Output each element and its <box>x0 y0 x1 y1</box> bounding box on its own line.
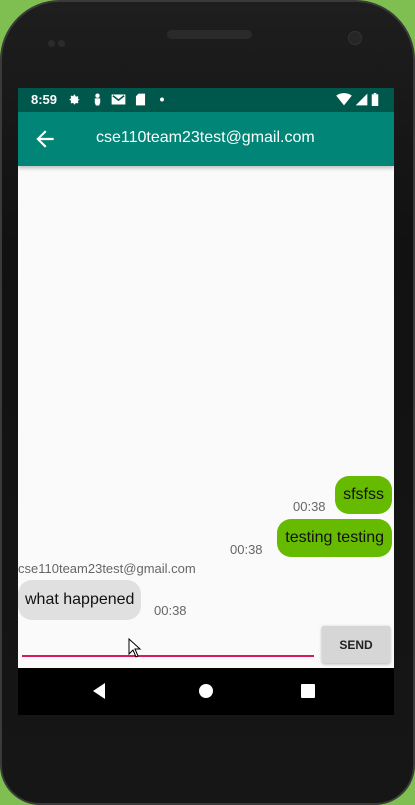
gmail-icon <box>111 94 126 105</box>
arrow-back-icon[interactable] <box>32 126 58 152</box>
message-input[interactable] <box>22 626 318 656</box>
input-underline <box>22 655 314 657</box>
dot-icon <box>160 97 164 102</box>
message-time: 00:38 <box>230 542 263 557</box>
sender-name: cse110team23test@gmail.com <box>18 561 196 576</box>
sent-message-bubble[interactable]: testing testing <box>277 519 392 557</box>
battery-icon <box>371 93 379 106</box>
home-circle-icon[interactable] <box>195 680 217 702</box>
speaker-grille <box>167 30 252 39</box>
settings-icon <box>69 94 80 105</box>
sd-card-icon <box>135 93 146 106</box>
message-time: 00:38 <box>293 499 326 514</box>
device-screen: 8:59 cse110team23test@gmail.com 00:38 sf… <box>18 88 394 715</box>
navigation-bar <box>18 668 394 715</box>
chat-title: cse110team23test@gmail.com <box>96 129 315 146</box>
wifi-icon <box>336 93 352 106</box>
mouse-pointer-icon <box>128 638 142 658</box>
sensor-dots <box>48 34 72 47</box>
front-camera <box>348 31 362 45</box>
received-message-bubble[interactable]: what happened <box>18 580 142 620</box>
person-icon <box>94 93 101 106</box>
sent-message-bubble[interactable]: sfsfss <box>335 476 392 514</box>
send-button[interactable]: SEND <box>322 626 390 663</box>
back-triangle-icon[interactable] <box>89 680 111 702</box>
status-time: 8:59 <box>31 92 58 107</box>
app-bar: cse110team23test@gmail.com <box>18 112 394 166</box>
signal-icon <box>355 93 368 106</box>
message-time: 00:38 <box>154 603 187 618</box>
message-list[interactable]: 00:38 sfsfss 00:38 testing testing cse11… <box>18 166 394 632</box>
status-bar: 8:59 <box>18 88 394 112</box>
recents-square-icon[interactable] <box>297 680 319 702</box>
